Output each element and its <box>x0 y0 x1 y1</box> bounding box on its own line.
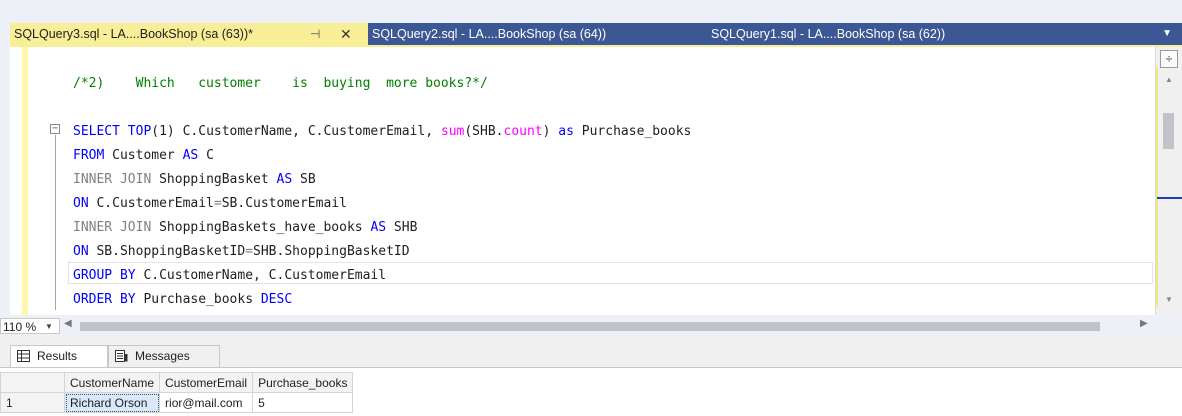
code-token: SB.ShoppingBasketID <box>88 244 246 259</box>
tab-messages-label: Messages <box>135 349 190 363</box>
cell-purchase-books[interactable]: 5 <box>252 392 354 413</box>
tab-results-label: Results <box>37 349 78 363</box>
code-token: C.CustomerName, C.CustomerEmail <box>135 268 387 283</box>
tab-sqlquery2[interactable]: SQLQuery2.sql - LA....BookShop (sa (64)) <box>368 23 703 45</box>
code-token: INNER JOIN <box>73 172 152 187</box>
column-header-purchase-books[interactable]: Purchase_books <box>252 372 354 393</box>
code-token: (1) C.CustomerName, C.CustomerEmail, <box>151 124 441 139</box>
pin-icon[interactable]: ⊣ <box>310 23 320 45</box>
document-tab-bar: SQLQuery3.sql - LA....BookShop (sa (63))… <box>0 0 1182 47</box>
code-token: AS <box>370 220 387 235</box>
scroll-right-icon[interactable]: ▶ <box>1140 318 1148 329</box>
code-area[interactable]: /*2) Which customer is buying more books… <box>10 47 1155 315</box>
cell-customername[interactable]: Richard Orson <box>63 392 161 413</box>
code-line: SELECT TOP(1) C.CustomerName, C.Customer… <box>73 120 691 144</box>
code-token: ORDER BY <box>73 292 136 307</box>
code-token: INNER JOIN <box>73 220 152 235</box>
code-line: GROUP BY C.CustomerName, C.CustomerEmail <box>73 264 386 288</box>
code-token: SB.CustomerEmail <box>221 196 347 211</box>
row-number-header[interactable] <box>0 372 65 393</box>
split-window-icon[interactable]: ÷ <box>1160 50 1178 68</box>
code-token: ) <box>542 124 559 139</box>
messages-icon <box>115 350 128 362</box>
chevron-down-icon[interactable]: ▼ <box>45 319 53 335</box>
code-token: SB <box>292 172 316 187</box>
code-token: Customer <box>104 148 183 163</box>
code-line: INNER JOIN ShoppingBasket AS SB <box>73 168 316 192</box>
scroll-down-icon[interactable]: ▼ <box>1165 295 1173 304</box>
code-token: DESC <box>260 292 293 307</box>
code-line: ORDER BY Purchase_books DESC <box>73 288 292 312</box>
code-line: ON SB.ShoppingBasketID=SHB.ShoppingBaske… <box>73 240 410 264</box>
horizontal-scroll-thumb[interactable] <box>80 322 1100 331</box>
code-token: GROUP BY <box>73 268 136 283</box>
code-token: C <box>198 148 214 163</box>
code-line: INNER JOIN ShoppingBaskets_have_books AS… <box>73 216 417 240</box>
close-icon[interactable]: ✕ <box>340 23 352 45</box>
tab-label: SQLQuery3.sql - LA....BookShop (sa (63))… <box>14 27 253 41</box>
code-token: AS <box>276 172 293 187</box>
code-token: count <box>503 124 543 139</box>
zoom-dropdown[interactable]: 110 % ▼ <box>0 318 60 334</box>
code-line: ON C.CustomerEmail=SB.CustomerEmail <box>73 192 347 216</box>
code-token: SHB <box>386 220 418 235</box>
row-number[interactable]: 1 <box>0 392 65 413</box>
tab-label: SQLQuery1.sql - LA....BookShop (sa (62)) <box>711 27 946 41</box>
code-token: as <box>558 124 574 139</box>
code-token: ShoppingBasket <box>151 172 277 187</box>
tab-messages[interactable]: Messages <box>108 345 220 367</box>
tab-sqlquery3[interactable]: SQLQuery3.sql - LA....BookShop (sa (63))… <box>10 23 368 45</box>
title-strip <box>0 0 1182 21</box>
code-token: ON <box>73 244 89 259</box>
code-token: FROM <box>73 148 105 163</box>
code-token: Purchase_books <box>573 124 692 139</box>
code-token: ON <box>73 196 89 211</box>
code-token: SHB.ShoppingBasketID <box>253 244 410 259</box>
grid-header-row: CustomerName CustomerEmail Purchase_book… <box>0 372 354 393</box>
zoom-value: 110 % <box>3 320 37 334</box>
results-panel: Results Messages CustomerName CustomerEm… <box>0 337 1182 416</box>
code-token: (SHB. <box>464 124 504 139</box>
grid-icon <box>17 350 30 362</box>
scroll-up-icon[interactable]: ▲ <box>1165 75 1173 84</box>
tab-overflow-dropdown-icon[interactable]: ▼ <box>1162 23 1172 45</box>
code-token: C.CustomerEmail <box>88 196 214 211</box>
code-comment: /*2) Which customer is buying more books… <box>73 76 488 91</box>
column-header-customername[interactable]: CustomerName <box>63 372 161 393</box>
code-token: sum <box>440 124 465 139</box>
tab-label: SQLQuery2.sql - LA....BookShop (sa (64)) <box>372 27 607 41</box>
code-token: AS <box>182 148 199 163</box>
scroll-left-icon[interactable]: ◀ <box>64 318 72 329</box>
code-token: SELECT TOP <box>73 124 152 139</box>
tab-sqlquery1[interactable]: SQLQuery1.sql - LA....BookShop (sa (62))… <box>703 23 1182 45</box>
horizontal-scroll-row: 110 % ▼ ◀ ▶ <box>0 315 1182 337</box>
cell-customeremail[interactable]: rior@mail.com <box>159 392 254 413</box>
code-token: = <box>245 244 254 259</box>
code-token: ShoppingBaskets_have_books <box>151 220 371 235</box>
results-grid[interactable]: CustomerName CustomerEmail Purchase_book… <box>0 367 1182 416</box>
vertical-scrollbar[interactable]: ÷ ▲ ▼ <box>1155 47 1182 315</box>
caret-position-marker <box>1157 197 1182 199</box>
change-marker-strip <box>1156 67 1158 307</box>
code-token: Purchase_books <box>135 292 261 307</box>
code-token: = <box>213 196 222 211</box>
column-header-customeremail[interactable]: CustomerEmail <box>159 372 254 393</box>
code-line: FROM Customer AS C <box>73 144 214 168</box>
table-row[interactable]: 1 Richard Orson rior@mail.com 5 <box>0 392 354 413</box>
tab-results[interactable]: Results <box>10 345 108 367</box>
query-editor[interactable]: − /*2) Which customer is buying more boo… <box>10 47 1155 315</box>
vertical-scroll-thumb[interactable] <box>1163 113 1174 149</box>
